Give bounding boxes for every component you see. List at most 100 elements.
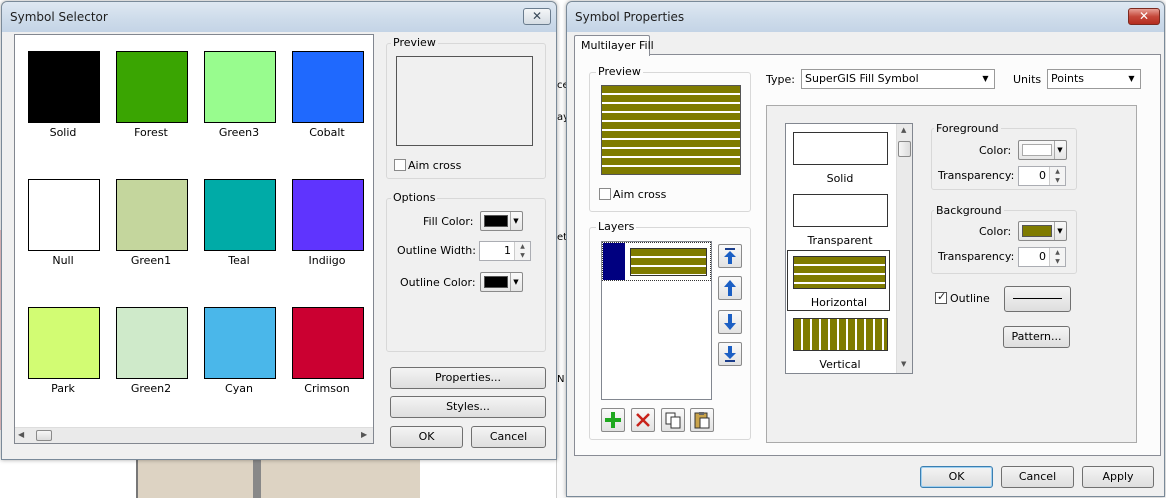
symbol-properties-titlebar[interactable]: Symbol Properties ✕ (567, 2, 1164, 32)
aim-cross-label: Aim cross (408, 159, 462, 172)
scroll-thumb[interactable] (898, 141, 911, 157)
outline-line-preview (1013, 298, 1062, 299)
styles-button[interactable]: Styles... (390, 396, 546, 418)
move-up-button[interactable] (718, 276, 742, 300)
outline-style-button[interactable] (1004, 286, 1071, 312)
ok-button[interactable]: OK (390, 426, 463, 448)
tab-multilayer-fill[interactable]: Multilayer Fill (574, 35, 654, 56)
scroll-left-icon[interactable]: ◀ (18, 430, 24, 439)
properties-button[interactable]: Properties... (390, 367, 546, 389)
add-layer-button[interactable] (601, 408, 625, 432)
scroll-thumb[interactable] (36, 430, 52, 441)
type-value: SuperGIS Fill Symbol (805, 72, 919, 85)
symbol-swatch (28, 307, 100, 379)
aim-cross-label: Aim cross (613, 188, 667, 201)
symbol-swatch (116, 51, 188, 123)
foreground-color-button[interactable]: ▼ (1018, 140, 1067, 160)
outline-width-label: Outline Width: (397, 244, 476, 257)
background-color-button[interactable]: ▼ (1018, 221, 1067, 241)
scroll-down-icon[interactable]: ▼ (901, 360, 906, 368)
close-icon[interactable]: ✕ (1128, 8, 1160, 25)
layer-thumbnail (630, 248, 707, 276)
symbol-swatch (292, 51, 364, 123)
move-to-top-button[interactable] (718, 244, 742, 268)
map-road-line (253, 460, 261, 498)
spin-down-icon[interactable]: ▼ (1049, 176, 1065, 185)
symbol-swatch (292, 179, 364, 251)
background-color-chip (1022, 225, 1052, 237)
layers-label: Layers (596, 220, 637, 233)
symbol-swatch (204, 307, 276, 379)
preview-box (396, 56, 533, 146)
symbol-swatch (28, 51, 100, 123)
map-region-beige (136, 460, 420, 498)
pattern-button[interactable]: Pattern... (1003, 326, 1070, 348)
outline-checkbox[interactable] (935, 290, 947, 304)
foreground-transparency-label: Transparency: (938, 169, 1015, 182)
layers-list[interactable] (601, 241, 712, 400)
arrow-up-icon (724, 280, 736, 296)
symbol-swatch (116, 307, 188, 379)
fill-color-label: Fill Color: (423, 215, 474, 228)
pattern-swatch (793, 194, 888, 227)
spin-up-icon[interactable]: ▲ (514, 242, 530, 251)
delete-layer-button[interactable] (631, 408, 655, 432)
type-select[interactable]: SuperGIS Fill Symbol ▼ (801, 69, 995, 89)
paste-icon (694, 412, 710, 429)
layer-row[interactable] (602, 242, 711, 281)
symbol-selector-titlebar[interactable]: Symbol Selector ✕ (2, 2, 556, 32)
move-down-button[interactable] (718, 310, 742, 334)
symbol-label: Green2 (130, 382, 172, 395)
arrow-to-bottom-icon (724, 346, 736, 362)
symbol-label: Cyan (225, 382, 253, 395)
symbol-label: Solid (49, 126, 77, 139)
layer-selection-marker (603, 243, 625, 280)
foreground-label: Foreground (934, 122, 1001, 135)
outline-label: Outline (950, 292, 990, 305)
fill-color-button[interactable]: ▼ (480, 211, 523, 231)
move-to-bottom-button[interactable] (718, 342, 742, 366)
scroll-up-icon[interactable]: ▲ (901, 126, 906, 134)
outline-width-value: 1 (504, 244, 511, 257)
pattern-label: Horizontal (810, 296, 868, 309)
outline-color-button[interactable]: ▼ (480, 272, 523, 292)
symbol-label: Park (51, 382, 75, 395)
units-label: Units (1013, 73, 1042, 86)
apply-button[interactable]: Apply (1082, 466, 1154, 488)
vertical-scrollbar[interactable]: ▲ ▼ (896, 124, 912, 373)
spin-up-icon[interactable]: ▲ (1049, 248, 1065, 257)
cancel-button[interactable]: Cancel (471, 426, 546, 448)
foreground-transparency-stepper[interactable]: 0 ▲ ▼ (1018, 166, 1066, 186)
ok-button[interactable]: OK (920, 466, 993, 488)
type-label: Type: (766, 73, 795, 86)
pattern-swatch (793, 132, 888, 165)
paste-layer-button[interactable] (690, 408, 714, 432)
window-title: Symbol Selector (10, 10, 108, 24)
preview-fill (601, 85, 741, 175)
symbol-swatch (204, 51, 276, 123)
spin-up-icon[interactable]: ▲ (1049, 167, 1065, 176)
preview-label: Preview (596, 65, 643, 78)
fill-color-chip (484, 215, 508, 227)
pattern-item-horizontal[interactable]: Horizontal (787, 250, 890, 311)
preview-label: Preview (391, 36, 438, 49)
spin-down-icon[interactable]: ▼ (514, 251, 530, 260)
pattern-label: Transparent (807, 234, 873, 247)
symbol-label: Green3 (218, 126, 260, 139)
pattern-list[interactable]: Solid Transparent Horizontal Vertical ▲ … (785, 123, 913, 374)
chevron-down-icon: ▼ (982, 74, 989, 83)
symbol-label: Indiigo (308, 254, 346, 267)
copy-layer-button[interactable] (661, 408, 685, 432)
background-transparency-stepper[interactable]: 0 ▲ ▼ (1018, 247, 1066, 267)
units-select[interactable]: Points ▼ (1047, 69, 1141, 89)
horizontal-scrollbar[interactable]: ◀ ▶ (15, 427, 373, 443)
chevron-down-icon: ▼ (1128, 74, 1135, 83)
spin-down-icon[interactable]: ▼ (1049, 257, 1065, 266)
aim-cross-checkbox[interactable] (394, 159, 406, 171)
outline-width-stepper[interactable]: 1 ▲ ▼ (479, 241, 531, 261)
aim-cross-checkbox[interactable] (599, 188, 611, 200)
cancel-button[interactable]: Cancel (1001, 466, 1074, 488)
scroll-right-icon[interactable]: ▶ (361, 430, 367, 439)
symbol-label: Forest (134, 126, 168, 139)
close-icon[interactable]: ✕ (523, 8, 551, 25)
